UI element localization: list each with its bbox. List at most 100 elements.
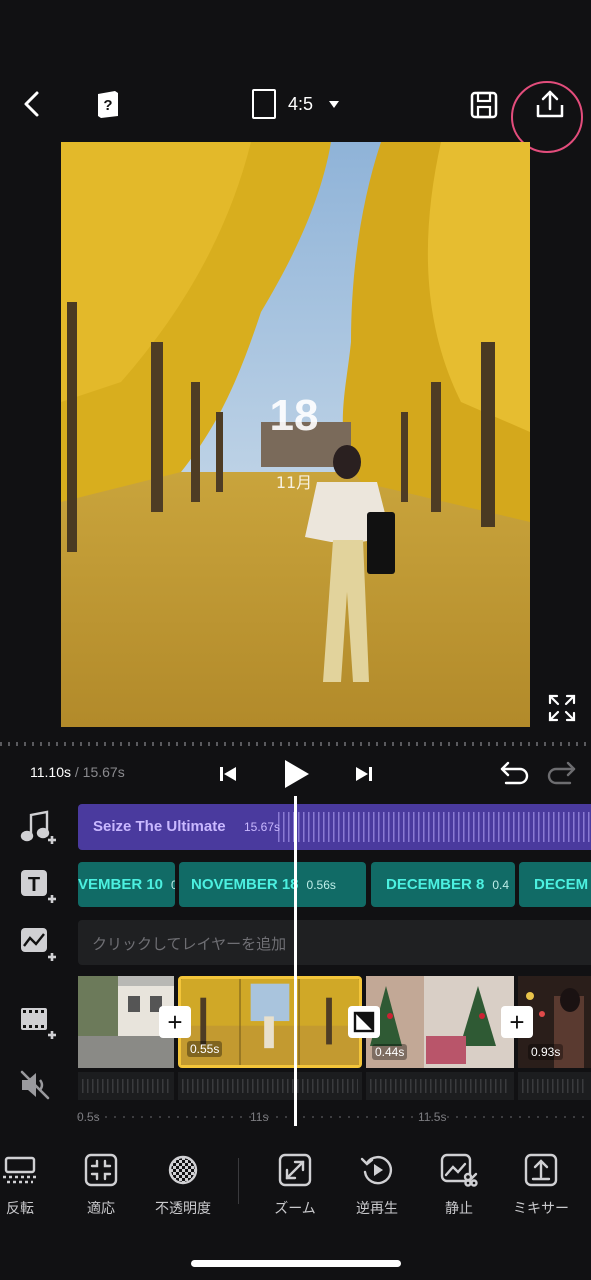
tool-label: 逆再生	[356, 1200, 398, 1216]
ruler-tick: 11s	[250, 1110, 269, 1124]
total-time: 15.67s	[82, 764, 125, 780]
play-button[interactable]	[276, 754, 316, 794]
aspect-ratio-selector[interactable]: 4:5	[252, 88, 352, 120]
music-add-icon	[20, 810, 56, 844]
text-clip[interactable]: DECEM	[519, 862, 591, 907]
export-button[interactable]	[531, 86, 569, 122]
preview-image: 18 11月	[61, 142, 530, 727]
clip-audio	[518, 1072, 591, 1100]
tool-freeze[interactable]: 静止	[414, 1150, 504, 1218]
add-music-button[interactable]	[18, 808, 58, 848]
layer-add-track[interactable]: クリックしてレイヤーを追加	[78, 920, 591, 965]
mixer-icon	[521, 1150, 561, 1190]
flip-icon	[0, 1150, 40, 1190]
add-text-button[interactable]: T	[18, 866, 58, 906]
mute-button[interactable]	[18, 1068, 58, 1108]
text-clip[interactable]: VEMBER 10 0.	[78, 862, 175, 907]
film-add-icon	[21, 1008, 56, 1039]
playhead[interactable]	[294, 796, 297, 1126]
skip-back-icon	[220, 767, 236, 781]
expand-icon	[548, 694, 576, 722]
preview-divider	[0, 742, 591, 746]
time-display: 11.10s / 15.67s	[30, 764, 125, 780]
current-time: 11.10s	[30, 764, 71, 780]
video-preview[interactable]: 18 11月	[61, 142, 530, 727]
music-duration: 15.67s	[244, 820, 281, 834]
clip-duration: 0.44s	[372, 1044, 408, 1060]
ruler-tick: 0.5s	[77, 1110, 100, 1124]
text-clip-label: DECEM	[534, 876, 589, 893]
overlay-number: 18	[270, 391, 319, 440]
tool-zoom[interactable]: ズーム	[250, 1150, 340, 1218]
layer-placeholder: クリックしてレイヤーを追加	[92, 936, 287, 953]
music-clip[interactable]: Seize The Ultimate 15.67s	[78, 804, 591, 850]
transition-icon	[353, 1011, 375, 1033]
skip-end-button[interactable]	[350, 760, 378, 788]
transition-button[interactable]	[348, 1006, 380, 1038]
text-clip[interactable]: NOVEMBER 18 0.56s	[179, 862, 366, 907]
text-clip-duration: 0.56s	[306, 877, 336, 892]
freeze-icon	[439, 1150, 479, 1190]
tool-label: 反転	[6, 1200, 34, 1216]
redo-button[interactable]	[544, 758, 578, 788]
opacity-icon	[163, 1150, 203, 1190]
tool-label: 適応	[87, 1200, 115, 1216]
fullscreen-button[interactable]	[544, 690, 580, 726]
tool-label: ミキサー	[513, 1200, 569, 1216]
clip-audio	[366, 1072, 514, 1100]
upload-icon	[536, 90, 564, 118]
timeline-ruler	[78, 1116, 591, 1118]
clip-duration: 0.93s	[528, 1044, 564, 1060]
fit-icon	[81, 1150, 121, 1190]
ratio-frame-icon	[252, 89, 276, 119]
music-title: Seize The Ultimate	[93, 818, 226, 835]
music-waveform	[278, 812, 591, 842]
add-transition-button[interactable]: +	[501, 1006, 533, 1038]
text-clip-duration: 0.	[171, 877, 175, 892]
reverse-icon	[357, 1150, 397, 1190]
ruler-tick: 11.5s	[418, 1110, 447, 1124]
svg-text:T: T	[28, 874, 40, 896]
skip-start-button[interactable]	[214, 760, 242, 788]
video-clip[interactable]: 0.44s	[366, 976, 514, 1068]
clip-audio	[178, 1072, 362, 1100]
tool-label: 静止	[445, 1200, 473, 1216]
help-button[interactable]: ?	[92, 88, 124, 120]
tool-label: ズーム	[274, 1200, 316, 1216]
image-add-icon	[21, 928, 56, 961]
text-clip-label: DECEMBER 8	[386, 876, 485, 893]
text-clip[interactable]: DECEMBER 8 0.4	[371, 862, 515, 907]
text-clip-label: NOVEMBER 18	[191, 876, 299, 893]
skip-forward-icon	[356, 767, 372, 781]
undo-button[interactable]	[498, 758, 532, 788]
tool-mixer[interactable]: ミキサー	[496, 1150, 586, 1218]
text-clip-label: VEMBER 10	[78, 876, 164, 893]
video-clip-selected[interactable]: 0.55s	[178, 976, 362, 1068]
clip-audio	[78, 1072, 174, 1100]
svg-text:?: ?	[103, 97, 112, 114]
chevron-left-icon	[24, 91, 39, 117]
zoom-icon	[275, 1150, 315, 1190]
save-icon	[470, 91, 498, 119]
caret-down-icon	[329, 100, 340, 108]
undo-icon	[500, 761, 529, 785]
tool-fit[interactable]: 適応	[56, 1150, 146, 1218]
clip-duration: 0.55s	[187, 1041, 223, 1057]
play-icon	[285, 760, 309, 788]
help-book-icon: ?	[98, 91, 118, 118]
add-video-button[interactable]	[18, 1002, 58, 1042]
text-add-icon: T	[21, 870, 56, 903]
tool-label: 不透明度	[155, 1200, 211, 1216]
text-clip-duration: 0.4	[492, 877, 510, 892]
redo-icon	[547, 761, 576, 785]
toolbar-separator	[238, 1158, 239, 1204]
ratio-label: 4:5	[288, 93, 314, 114]
tool-opacity[interactable]: 不透明度	[138, 1150, 228, 1218]
home-indicator[interactable]	[191, 1260, 401, 1267]
save-button[interactable]	[467, 88, 501, 122]
tool-reverse[interactable]: 逆再生	[332, 1150, 422, 1218]
add-transition-button[interactable]: +	[159, 1006, 191, 1038]
back-button[interactable]	[16, 88, 48, 120]
time-separator: /	[71, 764, 83, 780]
add-layer-button[interactable]	[18, 924, 58, 964]
